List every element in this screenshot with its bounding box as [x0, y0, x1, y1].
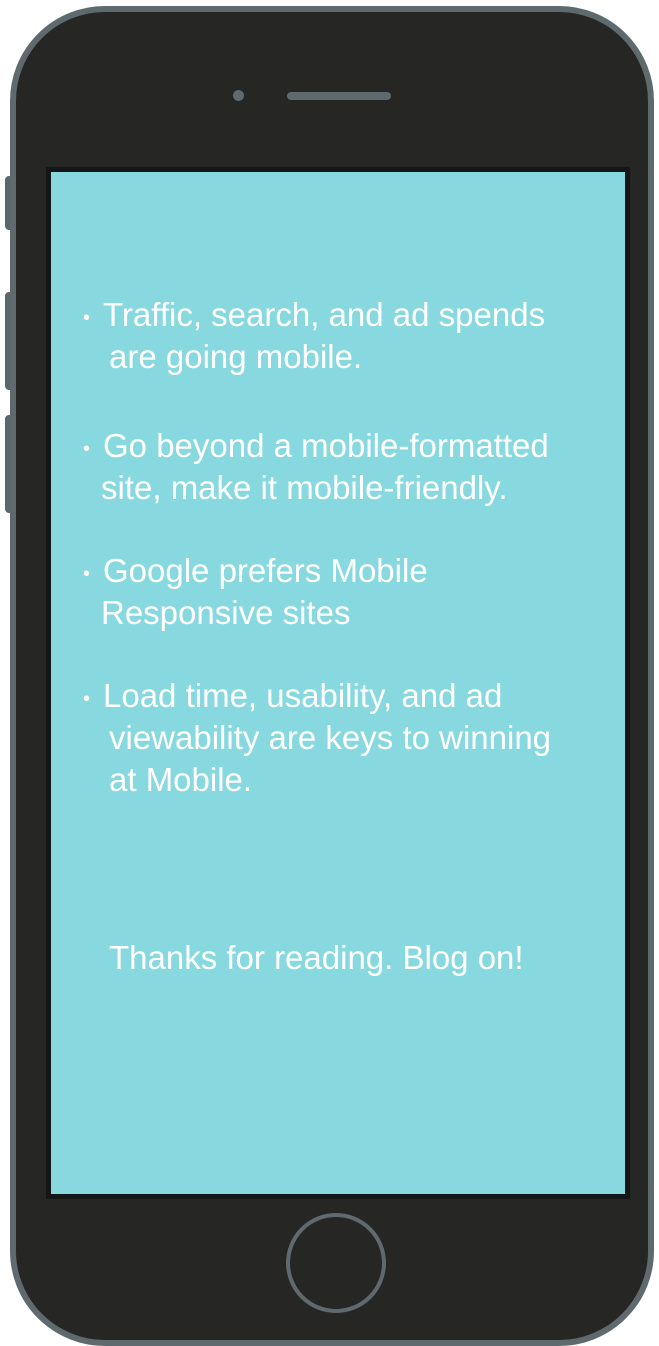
bullet-1-line-1: Traffic, search, and ad spends [103, 296, 546, 333]
bullet-2-line-1: Go beyond a mobile-formatted [103, 427, 549, 464]
bullet-3-line-2: Responsive sites [101, 594, 351, 631]
bullet-4-line-3: at Mobile. [109, 761, 253, 798]
bullet-marker: • [83, 563, 91, 585]
bullet-marker: • [83, 438, 91, 460]
home-button[interactable] [286, 1213, 386, 1313]
closing-message: Thanks for reading. Blog on! [109, 939, 524, 976]
bullet-marker: • [83, 307, 91, 329]
earpiece-speaker [287, 92, 391, 100]
bullet-2-line-2: site, make it mobile-friendly. [101, 469, 508, 506]
bullet-marker: • [83, 688, 91, 710]
phone-frame: • Traffic, search, and ad spends are goi… [10, 6, 654, 1346]
bullet-4-line-1: Load time, usability, and ad [103, 677, 503, 714]
front-camera [233, 90, 244, 101]
phone-screen: • Traffic, search, and ad spends are goi… [46, 167, 630, 1199]
bullet-4-line-2: viewability are keys to winning [109, 719, 552, 756]
bullet-3-line-1: Google prefers Mobile [103, 552, 428, 589]
bullet-1-line-2: are going mobile. [109, 338, 363, 375]
